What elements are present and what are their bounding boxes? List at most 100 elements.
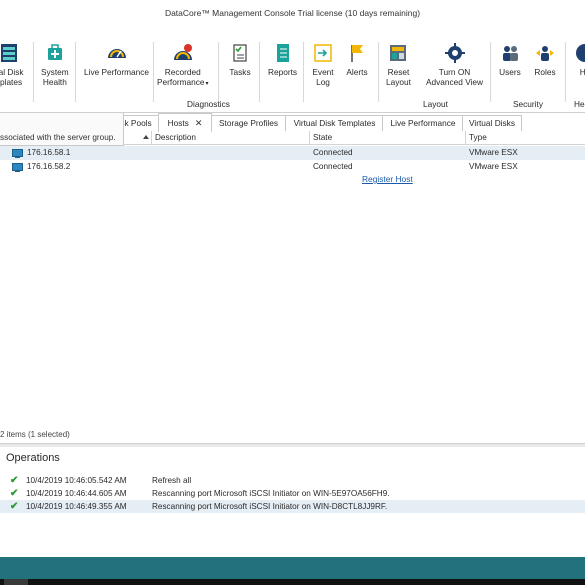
event-log-icon bbox=[314, 44, 332, 62]
tasks-button[interactable]: Tasks bbox=[229, 42, 251, 77]
reset-layout-icon bbox=[390, 45, 407, 61]
status-bar bbox=[0, 557, 585, 579]
system-health-icon bbox=[47, 44, 62, 60]
live-performance-button[interactable]: Live Performance bbox=[84, 42, 149, 77]
host-name: 176.16.58.2 bbox=[27, 162, 71, 171]
virtual-disk-templates-button[interactable]: ual Disk nplates bbox=[0, 42, 24, 87]
table-row[interactable]: 176.16.58.2 Connected VMware ESX bbox=[0, 160, 585, 174]
users-icon bbox=[503, 46, 518, 61]
host-icon bbox=[12, 149, 23, 158]
host-type: VMware ESX bbox=[469, 162, 518, 171]
tasks-icon bbox=[233, 44, 247, 62]
virtual-disk-templates-label-1: ual Disk bbox=[0, 67, 24, 77]
check-icon: ✔ bbox=[10, 488, 19, 499]
column-header-type[interactable]: Type bbox=[465, 131, 584, 144]
ribbon-separator bbox=[153, 42, 154, 102]
live-performance-icon bbox=[107, 49, 126, 58]
operation-row[interactable]: ✔ 10/4/2019 10:46:44.605 AM Rescanning p… bbox=[0, 487, 585, 500]
reset-layout-label-2: Layout bbox=[386, 77, 411, 87]
reports-button[interactable]: Reports bbox=[268, 42, 297, 77]
window-title: DataCore™ Management Console Trial licen… bbox=[0, 0, 585, 30]
advanced-view-label-2: Advanced View bbox=[426, 77, 484, 87]
taskbar bbox=[0, 579, 585, 585]
column-header-state[interactable]: State bbox=[309, 131, 465, 144]
tab-label: Storage Profiles bbox=[218, 118, 279, 128]
column-header-name[interactable] bbox=[123, 131, 150, 144]
help-icon bbox=[576, 44, 585, 62]
tasks-label: Tasks bbox=[229, 67, 251, 77]
ribbon-separator bbox=[75, 42, 76, 102]
advanced-view-button[interactable]: Turn ON Advanced View bbox=[426, 42, 483, 87]
tab-virtual-disks[interactable]: Virtual Disks bbox=[462, 115, 522, 131]
tab-virtual-disk-templates[interactable]: Virtual Disk Templates bbox=[285, 115, 384, 131]
panel-splitter[interactable] bbox=[0, 443, 585, 447]
tab-label: Live Performance bbox=[390, 118, 456, 128]
operation-row[interactable]: ✔ 10/4/2019 10:46:05.542 AM Refresh all bbox=[0, 474, 585, 487]
group-label-security: Security bbox=[513, 99, 543, 109]
operation-message: Refresh all bbox=[152, 476, 192, 485]
close-icon[interactable]: ✕ bbox=[195, 118, 203, 128]
register-host-link[interactable]: Register Host bbox=[362, 174, 413, 184]
virtual-disk-templates-label-2: nplates bbox=[0, 77, 23, 87]
group-label-diagnostics: Diagnostics bbox=[187, 99, 230, 109]
host-state: Connected bbox=[313, 162, 353, 171]
server-group-panel: ssociated with the server group. bbox=[0, 113, 124, 146]
status-text: 2 items (1 selected) bbox=[0, 430, 70, 439]
help-button[interactable]: He bbox=[574, 42, 585, 77]
server-group-description: ssociated with the server group. bbox=[0, 133, 116, 142]
ribbon-separator bbox=[490, 42, 491, 102]
taskbar-item[interactable] bbox=[4, 579, 28, 585]
sort-ascending-icon bbox=[143, 135, 149, 139]
reset-layout-label-1: Reset bbox=[387, 67, 410, 77]
ribbon-separator bbox=[565, 42, 566, 102]
check-icon: ✔ bbox=[10, 501, 19, 512]
event-log-label-2: Log bbox=[316, 77, 330, 87]
ribbon-toolbar: ual Disk nplates System Health Live Perf… bbox=[0, 30, 585, 113]
tab-storage-profiles[interactable]: Storage Profiles bbox=[210, 115, 287, 131]
recorded-performance-button[interactable]: Recorded Performance▾ bbox=[157, 42, 209, 89]
operation-time: 10/4/2019 10:46:49.355 AM bbox=[26, 502, 127, 511]
live-performance-label: Live Performance bbox=[84, 67, 150, 77]
check-icon: ✔ bbox=[10, 475, 19, 486]
reports-label: Reports bbox=[268, 67, 298, 77]
help-label: He bbox=[579, 67, 585, 77]
users-label: Users bbox=[499, 67, 521, 77]
host-type: VMware ESX bbox=[469, 148, 518, 157]
advanced-view-icon bbox=[444, 43, 465, 63]
table-row[interactable]: 176.16.58.1 Connected VMware ESX bbox=[0, 146, 585, 160]
reset-layout-button[interactable]: Reset Layout bbox=[386, 42, 411, 87]
system-health-label-1: System bbox=[41, 67, 69, 77]
alerts-button[interactable]: Alerts bbox=[346, 42, 368, 77]
virtual-disk-templates-icon bbox=[0, 44, 17, 62]
advanced-view-label-1: Turn ON bbox=[438, 67, 471, 77]
recorded-performance-icon bbox=[173, 44, 192, 60]
operation-message: Rescanning port Microsoft iSCSI Initiato… bbox=[152, 502, 388, 511]
column-header-description[interactable]: Description bbox=[151, 131, 309, 144]
users-button[interactable]: Users bbox=[499, 42, 521, 77]
ribbon-separator bbox=[218, 42, 219, 102]
roles-label: Roles bbox=[534, 67, 556, 77]
grid-header: Description State Type bbox=[123, 131, 585, 145]
ribbon-separator bbox=[259, 42, 260, 102]
ribbon-separator bbox=[378, 42, 379, 102]
tab-label: Virtual Disk Templates bbox=[293, 118, 376, 128]
reports-icon bbox=[276, 44, 289, 62]
recorded-performance-label-1: Recorded bbox=[164, 67, 201, 77]
tab-live-performance[interactable]: Live Performance bbox=[382, 115, 464, 131]
chevron-down-icon: ▾ bbox=[205, 81, 209, 87]
alerts-label: Alerts bbox=[346, 67, 368, 77]
system-health-button[interactable]: System Health bbox=[41, 42, 69, 87]
roles-icon bbox=[536, 46, 554, 61]
system-health-label-2: Health bbox=[42, 77, 67, 87]
event-log-button[interactable]: Event Log bbox=[312, 42, 334, 87]
roles-button[interactable]: Roles bbox=[534, 42, 556, 77]
ribbon-separator bbox=[303, 42, 304, 102]
tab-hosts[interactable]: Hosts ✕ bbox=[158, 113, 212, 132]
host-name: 176.16.58.1 bbox=[27, 148, 71, 157]
tab-label: Virtual Disks bbox=[469, 118, 515, 128]
group-label-help: He bbox=[574, 99, 585, 109]
tab-label: Hosts bbox=[167, 118, 189, 128]
host-state: Connected bbox=[313, 148, 353, 157]
operation-row[interactable]: ✔ 10/4/2019 10:46:49.355 AM Rescanning p… bbox=[0, 500, 585, 513]
event-log-label-1: Event bbox=[312, 67, 334, 77]
